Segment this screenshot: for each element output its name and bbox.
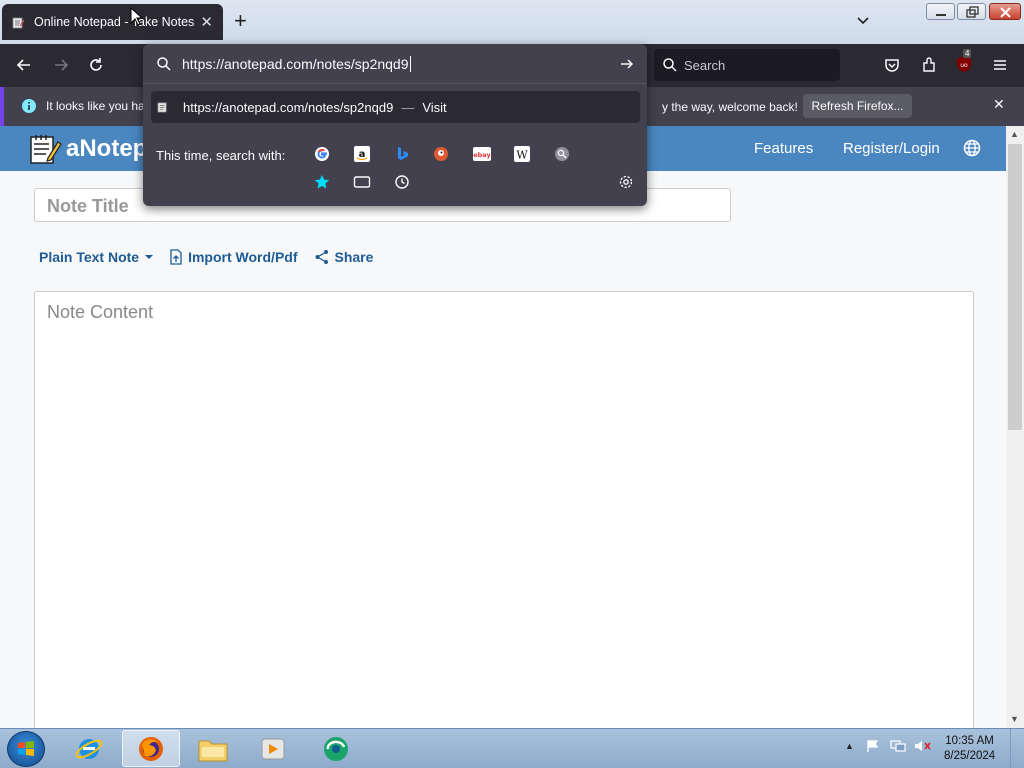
taskbar-internet-explorer[interactable] (60, 730, 118, 767)
url-text: https://anotepad.com/notes/sp2nqd9 (182, 55, 409, 72)
taskbar-media-player[interactable] (244, 730, 302, 767)
list-all-tabs-icon[interactable] (855, 12, 871, 28)
search-settings-gear-icon[interactable] (616, 172, 636, 192)
note-type-label: Plain Text Note (39, 249, 140, 265)
folder-icon (198, 740, 228, 761)
search-bar[interactable]: Search (654, 49, 840, 81)
action-center-flag-icon[interactable] (866, 739, 880, 753)
tab-title: Online Notepad - Take Notes a (34, 15, 195, 29)
restore-button[interactable] (957, 3, 986, 20)
svg-text:W: W (516, 149, 528, 162)
scrollbar-thumb[interactable] (1008, 144, 1022, 430)
search-icon (157, 56, 171, 71)
ebay-engine-icon[interactable]: ebay (472, 144, 492, 164)
extension-badge: 4 (963, 49, 972, 58)
media-player-icon (261, 738, 285, 759)
search-placeholder: Search (684, 57, 726, 73)
svg-text:uo: uo (960, 62, 968, 69)
tab-close-icon[interactable]: ✕ (200, 13, 213, 31)
share-icon (315, 250, 328, 264)
search-with-label: This time, search with: (156, 148, 286, 163)
windows-logo-icon (18, 741, 34, 756)
tabs-icon[interactable] (352, 172, 372, 192)
windows-taskbar: ▲ 10:35 AM 8/25/2024 (0, 728, 1024, 768)
import-file-icon (170, 249, 182, 265)
url-suggestion-visit[interactable]: https://anotepad.com/notes/sp2nqd9 — Vis… (151, 91, 640, 123)
scroll-down-arrow-icon[interactable]: ▼ (1010, 714, 1019, 724)
bookmarks-star-icon[interactable] (312, 172, 332, 192)
notification-text-tail: y the way, welcome back! (662, 100, 798, 114)
info-icon (22, 99, 36, 113)
web-page: aNotep Features Register/Login Note Titl… (0, 126, 1006, 728)
internet-explorer-icon (75, 738, 103, 759)
close-window-button[interactable] (989, 3, 1021, 20)
svg-text:a: a (359, 149, 366, 160)
notification-text: It looks like you ha (46, 99, 145, 113)
import-label: Import Word/Pdf (188, 249, 298, 265)
note-toolbar: Plain Text Note Import Word/Pdf Share (39, 249, 389, 265)
note-title-placeholder: Note Title (47, 196, 129, 216)
caret-down-icon (145, 255, 154, 259)
volume-muted-icon[interactable] (914, 739, 932, 753)
ublock-extension-icon[interactable]: uo 4 (955, 49, 973, 77)
search-engine-icon[interactable] (552, 144, 572, 164)
urlbar-dropdown: https://anotepad.com/notes/sp2nqd9 https… (143, 44, 647, 206)
note-content-textarea[interactable]: Note Content (34, 291, 974, 728)
network-icon[interactable] (890, 739, 906, 753)
back-icon[interactable] (15, 56, 33, 74)
clock-time: 10:35 AM (945, 735, 994, 747)
tab-online-notepad[interactable]: Online Notepad - Take Notes a ✕ (2, 4, 223, 40)
bing-engine-icon[interactable] (392, 144, 412, 164)
taskbar-file-explorer[interactable] (184, 730, 242, 767)
go-arrow-icon[interactable] (619, 56, 635, 72)
notepad-logo-icon (30, 135, 62, 164)
wikipedia-engine-icon[interactable]: W (512, 144, 532, 164)
duckduckgo-engine-icon[interactable] (431, 144, 451, 164)
window-titlebar: Online Notepad - Take Notes a ✕ + (0, 0, 1024, 44)
pocket-icon[interactable] (883, 56, 901, 74)
show-desktop-button[interactable] (1010, 729, 1024, 768)
tray-expand-icon[interactable]: ▲ (845, 741, 854, 751)
suggestion-separator: — (401, 99, 415, 115)
firefox-icon (139, 736, 163, 761)
scroll-up-arrow-icon[interactable]: ▲ (1010, 129, 1019, 139)
clock-date: 8/25/2024 (944, 750, 996, 762)
minimize-button[interactable] (926, 3, 955, 20)
menu-icon[interactable] (991, 56, 1009, 74)
start-button[interactable] (7, 731, 45, 767)
notepad-favicon-icon (157, 102, 167, 113)
import-word-pdf-button[interactable]: Import Word/Pdf (169, 249, 298, 265)
note-content-placeholder: Note Content (47, 302, 154, 322)
site-logo[interactable]: aNotep (28, 132, 147, 166)
amazon-engine-icon[interactable]: a (352, 144, 372, 164)
taskbar-clock[interactable]: 10:35 AM 8/25/2024 (944, 734, 995, 764)
refresh-firefox-button[interactable]: Refresh Firefox... (803, 94, 912, 118)
taskbar-firefox[interactable] (122, 730, 180, 767)
share-label: Share (334, 249, 374, 265)
forward-icon[interactable] (52, 56, 70, 74)
suggestion-url: https://anotepad.com/notes/sp2nqd9 (183, 99, 394, 115)
site-logo-text: aNotep (66, 135, 148, 162)
share-button[interactable]: Share (314, 249, 374, 265)
app-icon (324, 736, 348, 761)
google-engine-icon[interactable] (312, 144, 332, 164)
history-clock-icon[interactable] (392, 172, 412, 192)
new-tab-button[interactable]: + (234, 10, 247, 32)
globe-language-icon[interactable] (963, 139, 981, 157)
svg-text:ebay: ebay (473, 151, 491, 159)
nav-features-link[interactable]: Features (754, 140, 813, 157)
note-type-dropdown[interactable]: Plain Text Note (39, 249, 154, 265)
extensions-icon[interactable] (920, 56, 938, 74)
search-icon (663, 58, 677, 72)
taskbar-app[interactable] (307, 730, 365, 767)
nav-register-login-link[interactable]: Register/Login (843, 140, 940, 157)
notification-close-icon[interactable]: ✕ (993, 96, 1005, 113)
text-caret (409, 55, 411, 72)
notepad-favicon-icon (12, 17, 25, 28)
reload-icon[interactable] (87, 56, 105, 74)
suggestion-action: Visit (422, 99, 447, 115)
system-tray: ▲ (845, 739, 932, 753)
url-input[interactable]: https://anotepad.com/notes/sp2nqd9 (143, 44, 647, 84)
mouse-cursor-icon (130, 7, 144, 26)
